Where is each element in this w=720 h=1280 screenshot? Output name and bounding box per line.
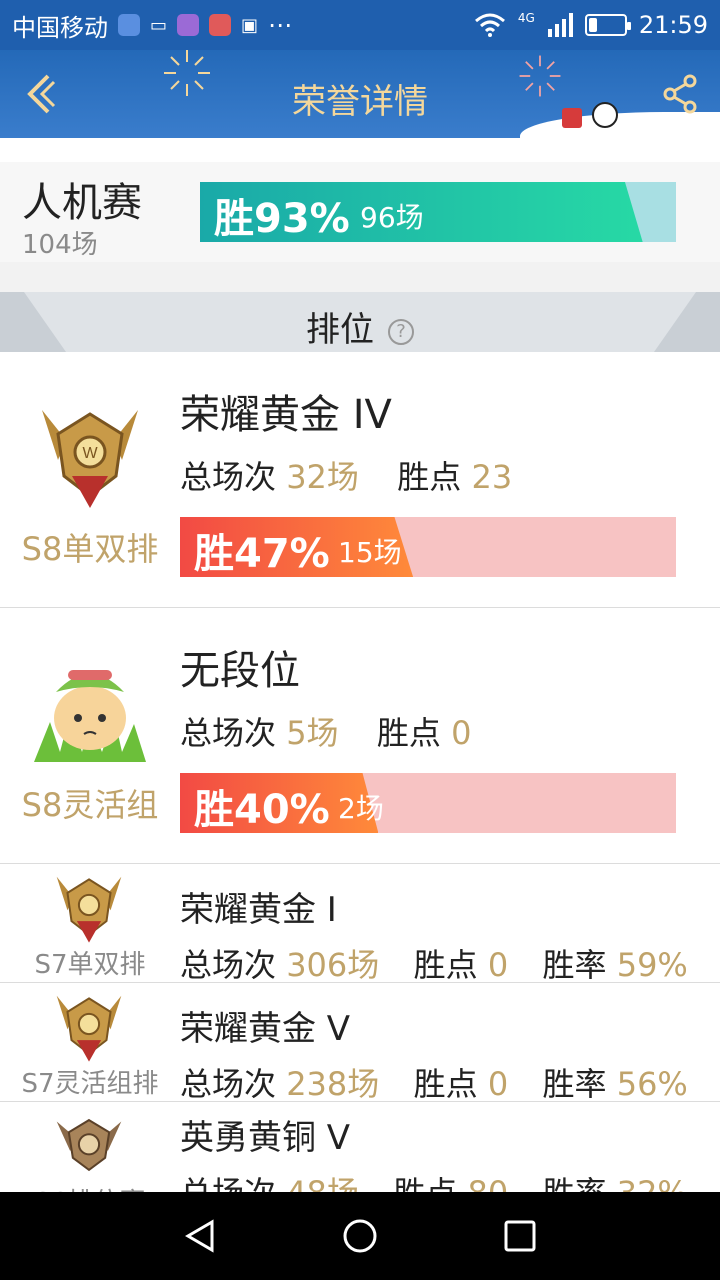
bronze-rank-emblem-icon bbox=[56, 1118, 122, 1172]
queue-name: S6排位赛 bbox=[10, 1182, 170, 1192]
total-games-label: 总场次 bbox=[180, 946, 277, 984]
carrier-label: 中国移动 bbox=[12, 13, 108, 42]
win-rate-value: 59% bbox=[616, 946, 688, 984]
ranked-row[interactable]: S7单双排 荣耀黄金 I 总场次 306场 胜点 0 胜率 59% bbox=[0, 864, 720, 986]
clock: 21:59 bbox=[638, 11, 708, 39]
league-points-value: 80 bbox=[467, 1174, 508, 1192]
svg-text:W: W bbox=[82, 445, 98, 462]
signal-icon bbox=[547, 13, 573, 37]
league-points-label: 胜点 bbox=[413, 1065, 478, 1103]
pve-summary[interactable]: 人机赛 104场 胜93% 96场 bbox=[0, 162, 720, 262]
app-header: 荣誉详情 bbox=[0, 50, 720, 138]
ranked-row[interactable]: W S8单双排 荣耀黄金 IV 总场次 32场 胜点 23 胜47% 15场 bbox=[0, 352, 720, 608]
rank-name: 荣耀黄金 IV bbox=[180, 392, 392, 438]
rank-win-rate: 胜47% bbox=[194, 531, 330, 577]
ranked-title: 排位 bbox=[306, 310, 374, 350]
total-games-value: 5场 bbox=[286, 714, 339, 752]
back-nav-icon[interactable] bbox=[182, 1218, 218, 1254]
win-rate-label: 胜率 bbox=[543, 1174, 607, 1192]
rank-stats: 总场次 5场 胜点 0 bbox=[180, 708, 471, 754]
rank-name: 荣耀黄金 I bbox=[180, 890, 337, 930]
rank-name: 英勇黄铜 V bbox=[180, 1118, 351, 1158]
rank-name: 荣耀黄金 V bbox=[180, 1009, 351, 1049]
rank-stats: 总场次 306场 胜点 0 胜率 59% bbox=[180, 940, 688, 986]
total-games-label: 总场次 bbox=[180, 1174, 276, 1192]
win-rate-value: 56% bbox=[616, 1065, 688, 1103]
league-points-label: 胜点 bbox=[397, 458, 462, 496]
pve-total-games: 104场 bbox=[22, 230, 98, 260]
rank-wins: 15场 bbox=[338, 536, 402, 569]
rank-win-rate: 胜40% bbox=[194, 787, 330, 833]
league-points-value: 0 bbox=[487, 1065, 509, 1103]
share-button[interactable] bbox=[662, 74, 698, 114]
network-label: 4G bbox=[517, 11, 535, 25]
location-icon bbox=[118, 14, 140, 36]
queue-name: S7灵活组排 bbox=[21, 1069, 159, 1099]
pve-win-bar: 胜93% 96场 bbox=[200, 182, 676, 242]
card-icon: ▣ bbox=[241, 14, 259, 36]
ranked-row[interactable]: S6排位赛 英勇黄铜 V 总场次 48场 胜点 80 胜率 32% bbox=[0, 1102, 720, 1192]
gift-decoration bbox=[562, 108, 582, 128]
league-points-label: 胜点 bbox=[376, 714, 441, 752]
pve-win-rate: 胜93% bbox=[214, 196, 350, 242]
league-points-value: 23 bbox=[471, 458, 513, 496]
total-games-label: 总场次 bbox=[180, 714, 277, 752]
queue-name: S8灵活组 bbox=[21, 786, 159, 824]
league-points-label: 胜点 bbox=[393, 1174, 457, 1192]
rank-win-bar: 胜47% 15场 bbox=[180, 517, 676, 577]
app-icon bbox=[209, 14, 232, 36]
total-games-value: 32场 bbox=[286, 458, 359, 496]
ranked-section-header: 排位? bbox=[0, 292, 720, 352]
help-icon[interactable]: ? bbox=[388, 318, 414, 345]
unranked-teemo-icon bbox=[34, 670, 146, 762]
total-games-value: 238场 bbox=[286, 1065, 380, 1103]
pve-wins: 96场 bbox=[360, 201, 424, 234]
home-nav-icon[interactable] bbox=[342, 1218, 378, 1254]
queue-name: S8单双排 bbox=[21, 530, 159, 568]
more-icon: ⋯ bbox=[268, 11, 293, 39]
gallery-icon bbox=[177, 14, 200, 36]
league-points-label: 胜点 bbox=[413, 946, 478, 984]
ranked-row[interactable]: S8灵活组 无段位 总场次 5场 胜点 0 胜40% 2场 bbox=[0, 608, 720, 864]
win-rate-value: 32% bbox=[617, 1174, 688, 1192]
win-rate-label: 胜率 bbox=[542, 1065, 607, 1103]
recents-nav-icon[interactable] bbox=[502, 1218, 538, 1254]
gold-rank-emblem-icon: W bbox=[42, 410, 138, 508]
rank-stats: 总场次 32场 胜点 23 bbox=[180, 452, 512, 498]
battery-icon bbox=[584, 14, 631, 36]
snowman-decoration bbox=[592, 102, 618, 128]
win-rate-label: 胜率 bbox=[542, 946, 607, 984]
rank-name: 无段位 bbox=[180, 648, 300, 694]
system-navigation-bar bbox=[0, 1192, 720, 1280]
league-points-value: 0 bbox=[487, 946, 509, 984]
rank-stats: 总场次 48场 胜点 80 胜率 32% bbox=[180, 1168, 688, 1192]
queue-name: S7单双排 bbox=[34, 950, 146, 980]
gold-rank-emblem-icon bbox=[56, 995, 122, 1062]
rank-win-bar: 胜40% 2场 bbox=[180, 773, 676, 833]
rank-wins: 2场 bbox=[338, 792, 384, 825]
total-games-value: 306场 bbox=[286, 946, 380, 984]
ranked-row[interactable]: S7灵活组排 荣耀黄金 V 总场次 238场 胜点 0 胜率 56% bbox=[0, 983, 720, 1105]
total-games-label: 总场次 bbox=[180, 458, 277, 496]
total-games-label: 总场次 bbox=[180, 1065, 277, 1103]
ranked-list: W S8单双排 荣耀黄金 IV 总场次 32场 胜点 23 胜47% 15场 S… bbox=[0, 352, 720, 1192]
wifi-icon bbox=[474, 13, 505, 37]
pve-mode-name: 人机赛 bbox=[22, 180, 142, 226]
header-gap bbox=[0, 138, 720, 162]
league-points-value: 0 bbox=[451, 714, 472, 752]
rank-stats: 总场次 238场 胜点 0 胜率 56% bbox=[180, 1059, 688, 1105]
total-games-value: 48场 bbox=[286, 1174, 359, 1192]
message-icon: ▭ bbox=[150, 14, 168, 36]
gold-rank-emblem-icon bbox=[56, 876, 122, 943]
status-bar: 中国移动 ▭ ▣ ⋯ 4G 21:59 bbox=[0, 0, 720, 50]
